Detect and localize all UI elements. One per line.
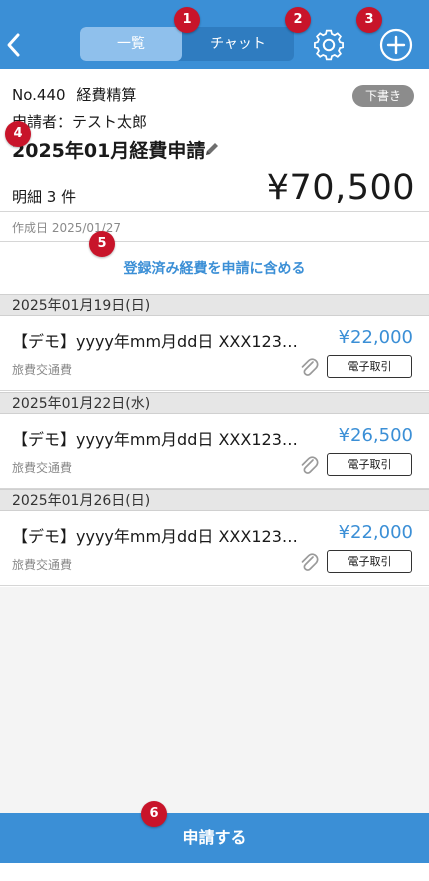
status-badge: 下書き xyxy=(352,85,414,107)
tab-list[interactable]: 一覧 xyxy=(80,27,182,61)
expense-amount: ¥22,000 xyxy=(338,522,413,543)
e-transaction-tag: 電子取引 xyxy=(327,550,412,573)
marker-4: 4 xyxy=(5,121,31,147)
report-type: 経費精算 xyxy=(76,86,137,104)
marker-1: 1 xyxy=(174,7,200,33)
expense-amount: ¥22,000 xyxy=(338,327,413,348)
expense-amount: ¥26,500 xyxy=(338,425,413,446)
expense-category: 旅費交通費 xyxy=(12,558,73,572)
add-icon[interactable] xyxy=(376,25,416,65)
paperclip-icon xyxy=(299,551,319,573)
marker-2: 2 xyxy=(285,7,311,33)
paperclip-icon xyxy=(299,454,319,476)
divider xyxy=(0,241,429,242)
applicant-label: 申請者：テスト太郎 xyxy=(12,113,148,131)
expense-category: 旅費交通費 xyxy=(12,461,73,475)
back-icon[interactable] xyxy=(4,28,26,62)
date-header: 2025年01月19日(日) xyxy=(0,294,429,316)
pencil-icon[interactable] xyxy=(203,140,221,158)
expense-item[interactable]: 【デモ】yyyy年mm月dd日 XXX123… ¥22,000 旅費交通費 電子… xyxy=(0,316,429,391)
expense-item[interactable]: 【デモ】yyyy年mm月dd日 XXX123… ¥26,500 旅費交通費 電子… xyxy=(0,414,429,489)
e-transaction-tag: 電子取引 xyxy=(327,453,412,476)
submit-button[interactable]: 申請する xyxy=(0,813,429,863)
expense-title: 【デモ】yyyy年mm月dd日 XXX123… xyxy=(12,430,298,449)
expense-category: 旅費交通費 xyxy=(12,363,73,377)
report-number: No.440 xyxy=(12,86,66,104)
include-expenses-link[interactable]: 登録済み経費を申請に含める xyxy=(0,258,429,278)
date-header: 2025年01月26日(日) xyxy=(0,489,429,511)
expense-title: 【デモ】yyyy年mm月dd日 XXX123… xyxy=(12,527,298,546)
total-amount: ¥70,500 xyxy=(266,168,415,208)
expense-item[interactable]: 【デモ】yyyy年mm月dd日 XXX123… ¥22,000 旅費交通費 電子… xyxy=(0,511,429,586)
empty-list-area xyxy=(0,587,429,813)
marker-5: 5 xyxy=(89,231,115,257)
marker-6: 6 xyxy=(141,801,167,827)
expense-title: 【デモ】yyyy年mm月dd日 XXX123… xyxy=(12,332,298,351)
report-number-row: No.440 経費精算 xyxy=(12,84,136,105)
marker-3: 3 xyxy=(356,7,382,33)
gear-icon[interactable] xyxy=(311,28,347,62)
home-indicator-area xyxy=(0,863,429,881)
paperclip-icon xyxy=(299,356,319,378)
divider xyxy=(0,211,429,212)
e-transaction-tag: 電子取引 xyxy=(327,355,412,378)
item-count: 明細 3 件 xyxy=(12,188,77,206)
date-header: 2025年01月22日(水) xyxy=(0,392,429,414)
report-title[interactable]: 2025年01月経費申請 xyxy=(12,136,205,163)
tab-chat[interactable]: チャット xyxy=(182,27,294,61)
